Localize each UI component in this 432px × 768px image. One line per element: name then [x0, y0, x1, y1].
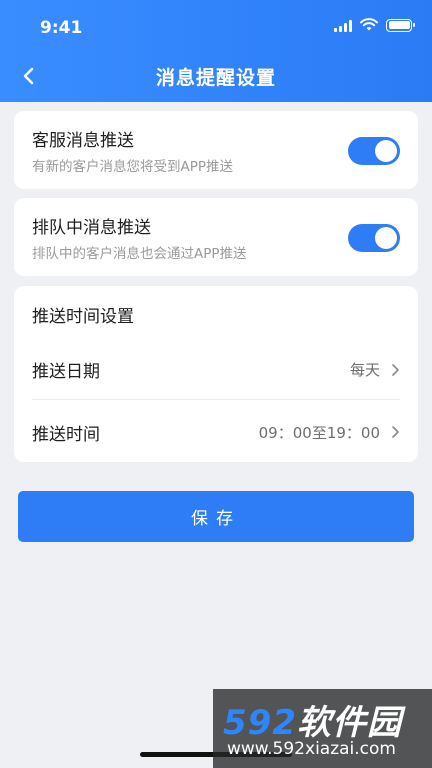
setting-subtitle: 有新的客户消息您将受到APP推送 [32, 159, 234, 175]
save-button[interactable]: 保存 [18, 491, 414, 542]
wifi-icon [360, 18, 378, 31]
page-title: 消息提醒设置 [155, 67, 276, 89]
push-date-row[interactable]: 推送日期 每天 [32, 340, 400, 400]
row-value: 09：00至19：00 [258, 423, 380, 442]
push-time-card: 推送时间设置 推送日期 每天 推送时间 09：00至19：00 [14, 286, 418, 462]
status-icons [334, 18, 415, 32]
toggle-knob [375, 140, 397, 162]
row-label: 推送时间 [32, 424, 100, 445]
row-label: 推送日期 [32, 362, 100, 382]
row-value: 每天 [349, 361, 380, 379]
chevron-right-icon [392, 426, 399, 438]
watermark: 592软件园 www.592xiazai.com [213, 689, 432, 768]
battery-icon [386, 18, 415, 32]
queue-message-toggle[interactable] [348, 224, 400, 252]
push-time-row[interactable]: 推送时间 09：00至19：00 [32, 402, 400, 462]
setting-title: 排队中消息推送 [32, 218, 151, 238]
watermark-logo: 592软件园 [223, 703, 402, 743]
signal-icon [334, 18, 352, 32]
chevron-right-icon [392, 363, 399, 376]
status-bar: 9:41 [0, 0, 432, 52]
customer-message-toggle[interactable] [348, 137, 400, 165]
watermark-url: www.592xiazai.com [227, 739, 396, 759]
status-time: 9:41 [40, 18, 83, 38]
app-header: 9:41 消息提醒设置 [0, 0, 432, 102]
customer-message-push-card: 客服消息推送 有新的客户消息您将受到APP推送 [14, 111, 418, 189]
toggle-knob [375, 227, 397, 249]
section-title: 推送时间设置 [32, 307, 134, 327]
nav-bar: 消息提醒设置 [0, 52, 432, 100]
setting-title: 客服消息推送 [32, 131, 134, 151]
setting-subtitle: 排队中的客户消息也会通过APP推送 [32, 246, 247, 262]
queue-message-push-card: 排队中消息推送 排队中的客户消息也会通过APP推送 [14, 198, 418, 276]
